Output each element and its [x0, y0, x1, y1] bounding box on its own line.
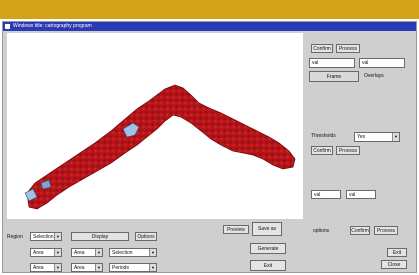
- chevron-down-icon[interactable]: ▼: [149, 249, 156, 256]
- options-label: options: [313, 228, 330, 234]
- row2-select-c[interactable]: Periods ▼: [109, 263, 157, 272]
- region-value: Selection: [33, 234, 54, 240]
- process-mid-button[interactable]: Process: [336, 146, 360, 155]
- confirm-top-button[interactable]: Confirm: [311, 44, 333, 53]
- field-3[interactable]: val: [311, 190, 341, 199]
- generate-button[interactable]: Generate: [250, 243, 286, 254]
- chevron-down-icon[interactable]: ▼: [95, 249, 102, 256]
- row1-value-b: Area: [74, 250, 85, 256]
- thresholds-value: Yes: [357, 134, 366, 140]
- chevron-down-icon[interactable]: ▼: [95, 264, 102, 271]
- field-4[interactable]: val: [346, 190, 376, 199]
- field-1[interactable]: val: [309, 58, 355, 68]
- close-right-button[interactable]: Close: [381, 260, 407, 269]
- row1-select-b[interactable]: Area ▼: [71, 248, 103, 257]
- row1-value-a: Area: [33, 250, 44, 256]
- row1-select-c[interactable]: Selection ▼: [109, 248, 157, 257]
- chevron-down-icon[interactable]: ▼: [54, 249, 61, 256]
- exit-right-button[interactable]: Exit: [387, 248, 407, 257]
- row2-value-b: Area: [74, 265, 85, 271]
- thresholds-select[interactable]: Yes ▼: [354, 132, 400, 142]
- region-label: Region: [7, 234, 23, 240]
- options-button[interactable]: Options: [135, 232, 157, 241]
- app-window: Windows title: cartography program Confi…: [2, 21, 417, 273]
- process-top-button[interactable]: Process: [336, 44, 360, 53]
- chevron-down-icon[interactable]: ▼: [54, 264, 61, 271]
- region-select[interactable]: Selection ▼: [30, 232, 62, 241]
- row1-value-c: Selection: [112, 250, 133, 256]
- process-low-button[interactable]: Process: [374, 226, 398, 235]
- chevron-down-icon[interactable]: ▼: [54, 233, 61, 240]
- map-region-shape[interactable]: [26, 84, 296, 210]
- confirm-low-button[interactable]: Confirm: [350, 226, 370, 235]
- row2-select-b[interactable]: Area ▼: [71, 263, 103, 272]
- chevron-down-icon[interactable]: ▼: [149, 264, 156, 271]
- exit-button[interactable]: Exit: [250, 260, 286, 271]
- window-title: Windows title: cartography program: [13, 23, 92, 29]
- frame-button[interactable]: Frame: [309, 71, 359, 82]
- row1-select-a[interactable]: Area ▼: [30, 248, 62, 257]
- field-2[interactable]: val: [359, 58, 405, 68]
- row2-value-c: Periods: [112, 265, 129, 271]
- map-canvas[interactable]: [7, 33, 303, 219]
- thresholds-label: Thresholds: [311, 133, 336, 139]
- display-button[interactable]: Display: [71, 232, 129, 241]
- preview-button[interactable]: Preview: [223, 225, 249, 234]
- overlays-label: Overlays: [364, 73, 384, 79]
- window-title-bar[interactable]: Windows title: cartography program: [3, 22, 416, 31]
- row2-select-a[interactable]: Area ▼: [30, 263, 62, 272]
- chevron-down-icon[interactable]: ▼: [392, 133, 399, 141]
- save-as-button[interactable]: Save as: [252, 222, 282, 236]
- row2-value-a: Area: [33, 265, 44, 271]
- app-icon: [5, 24, 10, 29]
- region-map[interactable]: [7, 33, 303, 219]
- confirm-mid-button[interactable]: Confirm: [311, 146, 333, 155]
- top-banner: [0, 0, 419, 19]
